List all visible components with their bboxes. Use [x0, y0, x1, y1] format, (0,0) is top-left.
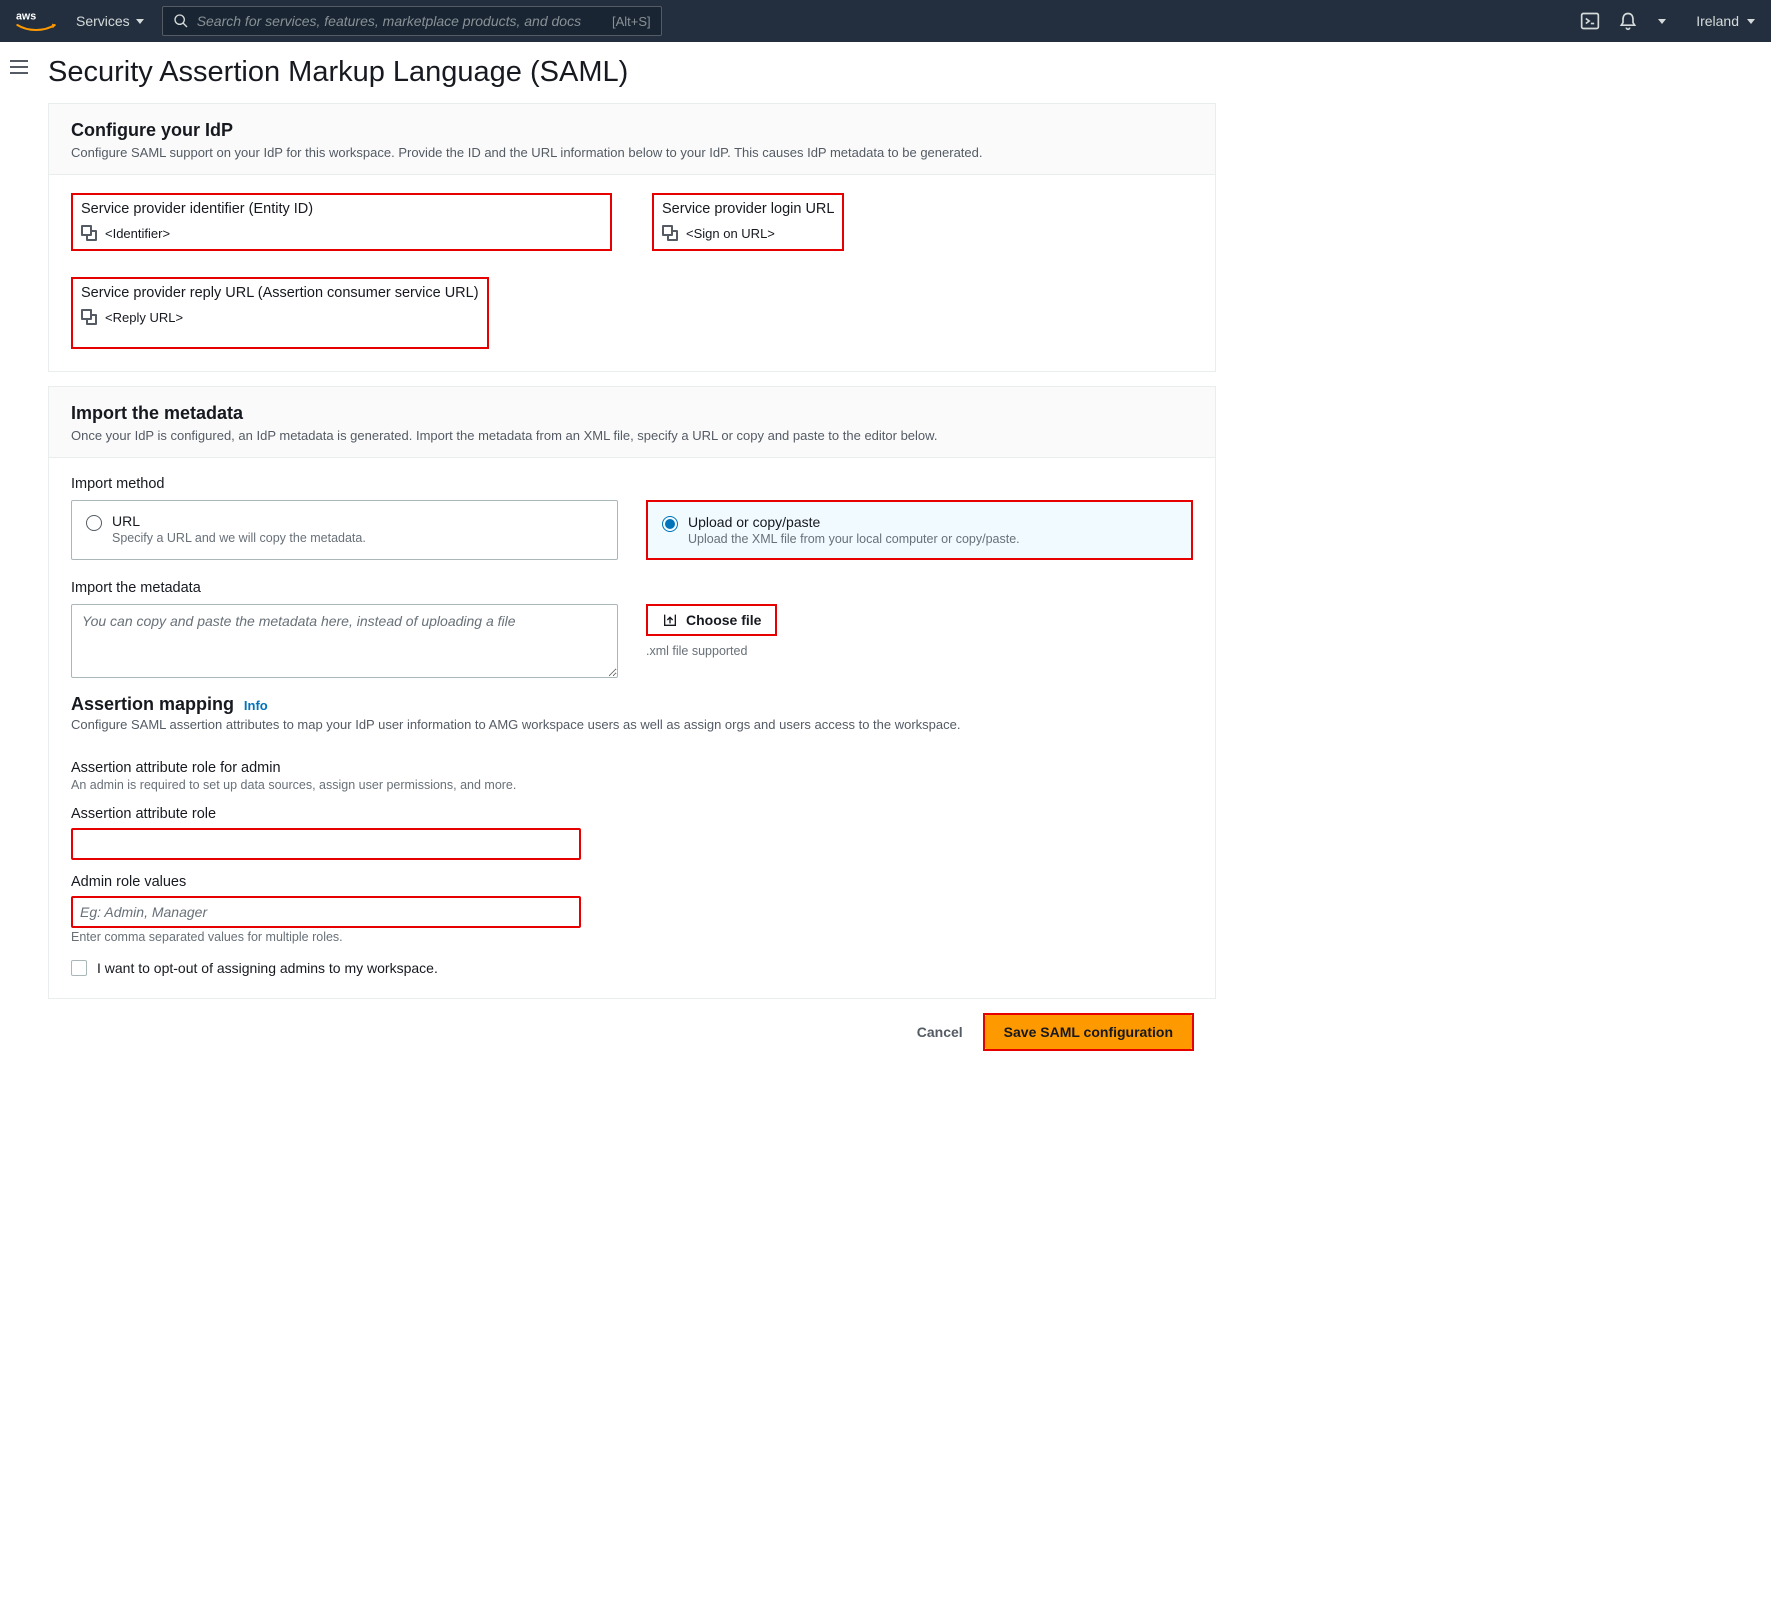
- configure-idp-panel: Configure your IdP Configure SAML suppor…: [48, 103, 1216, 372]
- save-saml-button[interactable]: Save SAML configuration: [985, 1015, 1192, 1049]
- import-method-upload-sub: Upload the XML file from your local comp…: [688, 532, 1020, 546]
- page-title: Security Assertion Markup Language (SAML…: [48, 56, 1216, 89]
- admin-role-values-label: Admin role values: [71, 874, 1193, 890]
- import-method-label: Import method: [71, 476, 1193, 492]
- import-method-upload-highlight: Upload or copy/paste Upload the XML file…: [646, 500, 1193, 560]
- admin-role-section-desc: An admin is required to set up data sour…: [71, 778, 1193, 792]
- radio-icon: [662, 516, 678, 532]
- assertion-attribute-role-input[interactable]: [71, 828, 581, 860]
- global-search[interactable]: [Alt+S]: [162, 6, 662, 36]
- metadata-textarea[interactable]: [71, 604, 618, 678]
- import-method-url-sub: Specify a URL and we will copy the metad…: [112, 531, 366, 545]
- svg-text:aws: aws: [16, 11, 36, 23]
- upload-icon: [662, 612, 678, 628]
- login-url-value: <Sign on URL>: [686, 226, 775, 241]
- services-label: Services: [76, 13, 130, 29]
- import-method-url[interactable]: URL Specify a URL and we will copy the m…: [71, 500, 618, 560]
- checkbox-icon[interactable]: [71, 960, 87, 976]
- region-label: Ireland: [1696, 13, 1739, 29]
- entity-id-label: Service provider identifier (Entity ID): [81, 201, 602, 217]
- search-shortcut: [Alt+S]: [612, 14, 651, 29]
- cloudshell-icon[interactable]: [1580, 11, 1600, 31]
- choose-file-hint: .xml file supported: [646, 644, 1193, 658]
- login-url-block: Service provider login URL <Sign on URL>: [652, 193, 844, 251]
- choose-file-label: Choose file: [686, 612, 761, 628]
- attr-role-label: Assertion attribute role: [71, 806, 1193, 822]
- login-url-label: Service provider login URL: [662, 201, 834, 217]
- entity-id-value: <Identifier>: [105, 226, 170, 241]
- account-menu[interactable]: [1658, 19, 1666, 24]
- mapping-info-link[interactable]: Info: [244, 698, 268, 713]
- configure-desc: Configure SAML support on your IdP for t…: [71, 145, 1193, 160]
- services-menu[interactable]: Services: [76, 13, 144, 29]
- import-metadata-panel: Import the metadata Once your IdP is con…: [48, 386, 1216, 999]
- cancel-button[interactable]: Cancel: [911, 1016, 969, 1048]
- import-desc: Once your IdP is configured, an IdP meta…: [71, 428, 1193, 443]
- copy-icon[interactable]: [81, 309, 97, 325]
- side-nav-toggle-area: [0, 42, 38, 1073]
- optout-label: I want to opt-out of assigning admins to…: [97, 960, 438, 976]
- import-method-upload[interactable]: Upload or copy/paste Upload the XML file…: [648, 502, 1191, 558]
- entity-id-block: Service provider identifier (Entity ID) …: [71, 193, 612, 251]
- hamburger-icon[interactable]: [10, 60, 28, 74]
- reply-url-label: Service provider reply URL (Assertion co…: [81, 285, 479, 301]
- caret-down-icon: [1658, 19, 1666, 24]
- choose-file-button[interactable]: Choose file: [648, 606, 775, 634]
- import-method-upload-title: Upload or copy/paste: [688, 514, 1020, 530]
- import-method-url-title: URL: [112, 513, 366, 529]
- reply-url-value: <Reply URL>: [105, 310, 183, 325]
- reply-url-block: Service provider reply URL (Assertion co…: [71, 277, 489, 349]
- radio-icon: [86, 515, 102, 531]
- search-input[interactable]: [189, 13, 612, 29]
- copy-icon[interactable]: [81, 225, 97, 241]
- caret-down-icon: [1747, 19, 1755, 24]
- admin-role-values-input[interactable]: [71, 896, 581, 928]
- search-icon: [173, 13, 189, 29]
- region-selector[interactable]: Ireland: [1696, 13, 1755, 29]
- admin-role-section: Assertion attribute role for admin: [71, 760, 1193, 776]
- copy-icon[interactable]: [662, 225, 678, 241]
- aws-logo[interactable]: aws: [16, 9, 56, 33]
- configure-heading: Configure your IdP: [71, 120, 1193, 141]
- main-content: Security Assertion Markup Language (SAML…: [38, 42, 1238, 1073]
- optout-row[interactable]: I want to opt-out of assigning admins to…: [71, 960, 1193, 976]
- import-textarea-label: Import the metadata: [71, 580, 1193, 596]
- notifications-icon[interactable]: [1618, 11, 1638, 31]
- mapping-desc: Configure SAML assertion attributes to m…: [71, 717, 1193, 732]
- mapping-heading: Assertion mapping: [71, 694, 234, 714]
- import-heading: Import the metadata: [71, 403, 1193, 424]
- top-nav: aws Services [Alt+S] Ireland: [0, 0, 1771, 42]
- admin-role-values-hint: Enter comma separated values for multipl…: [71, 930, 1193, 944]
- footer-actions: Cancel Save SAML configuration: [48, 999, 1216, 1053]
- caret-down-icon: [136, 19, 144, 24]
